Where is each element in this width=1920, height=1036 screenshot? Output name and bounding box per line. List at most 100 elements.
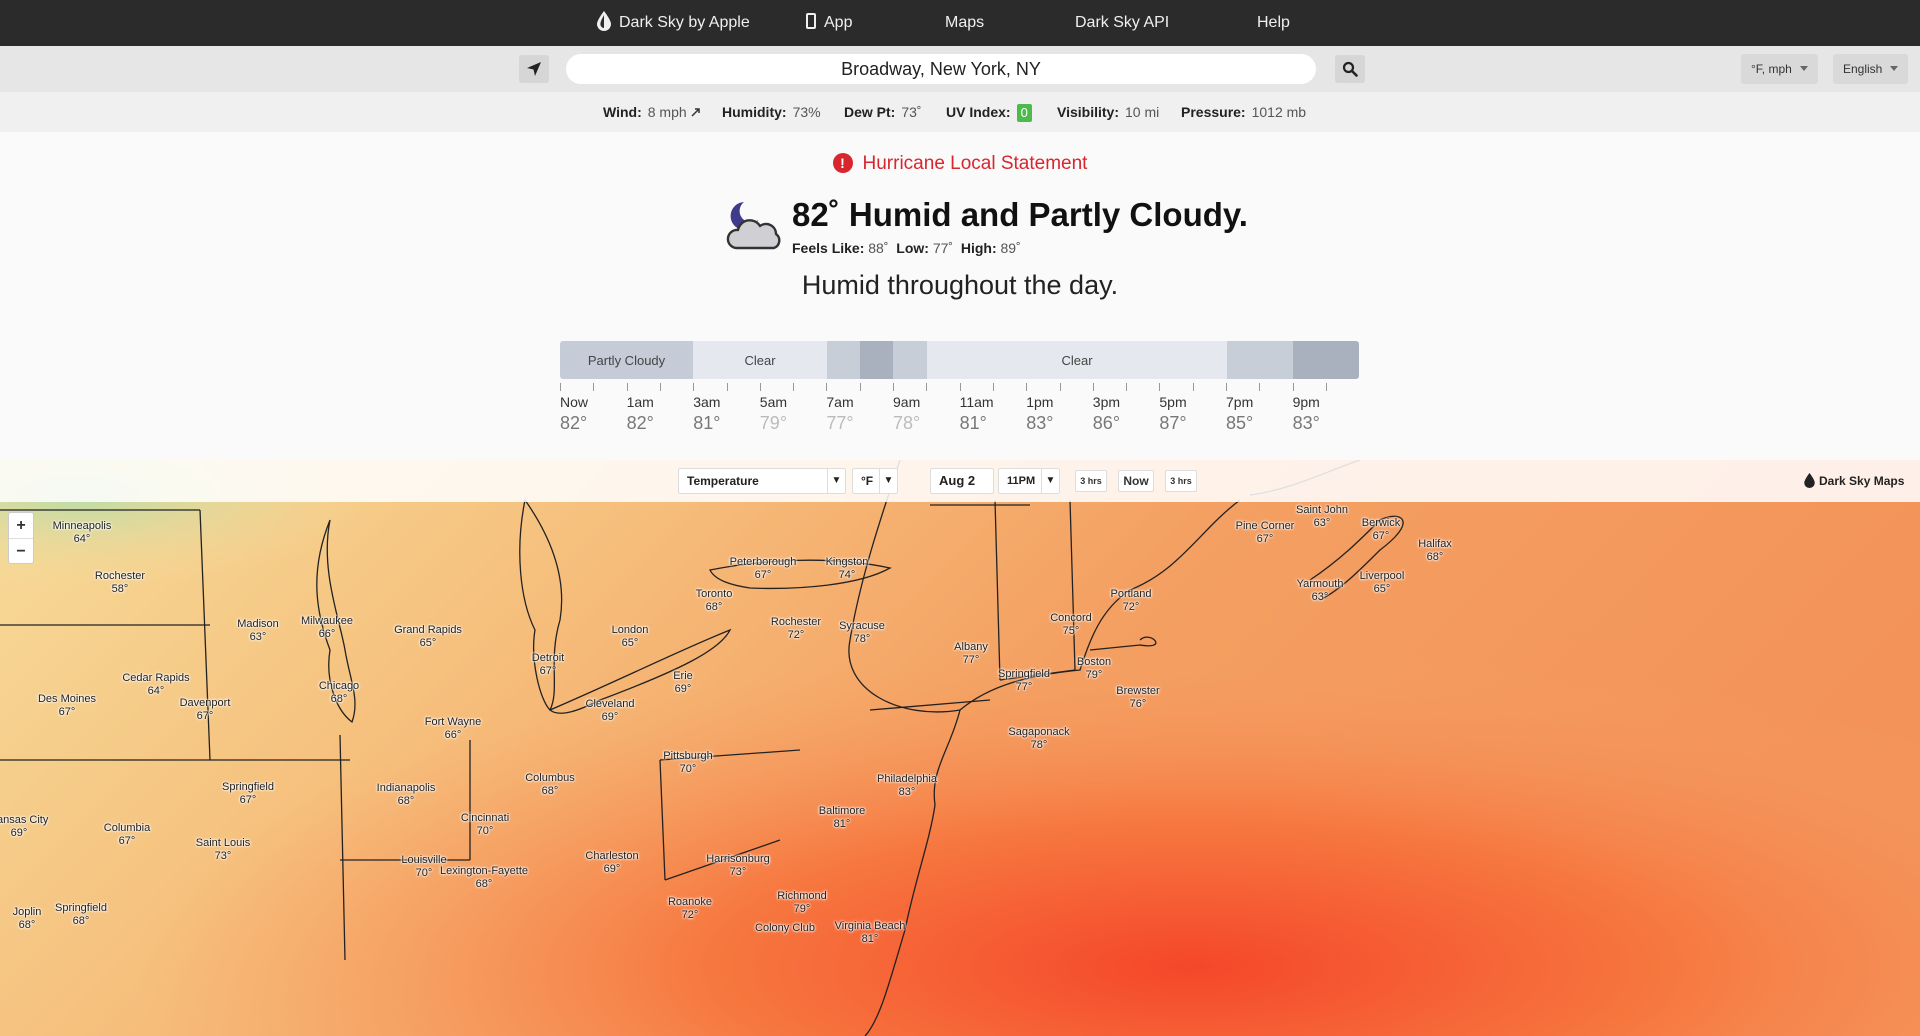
hour-column[interactable]: 3am 81° [693, 394, 753, 434]
hour-column[interactable]: Now 82° [560, 394, 620, 434]
hour-column[interactable]: 1pm 83° [1026, 394, 1086, 434]
city-temperature: 64° [73, 533, 91, 545]
timeline-segment [893, 341, 927, 379]
city-temperature-label[interactable]: Saint Louis 73° [196, 837, 250, 863]
city-temperature-label[interactable]: Springfield 67° [222, 781, 274, 807]
city-temperature-label[interactable]: Liverpool 65° [1360, 570, 1405, 596]
city-temperature-label[interactable]: Roanoke 72° [668, 896, 712, 922]
weather-map[interactable]: Temperature ▼ °F ▼ Aug 2 11PM ▼ 3 hrs No… [0, 460, 1920, 1036]
map-layer-select[interactable]: Temperature ▼ [678, 468, 846, 494]
city-temperature-label[interactable]: Minneapolis 64° [53, 520, 112, 546]
hour-label: 1pm [1026, 394, 1054, 410]
city-temperature-label[interactable]: Erie 69° [673, 670, 693, 696]
city-temperature-label[interactable]: Charleston 69° [585, 850, 638, 876]
city-temperature-label[interactable]: Sagaponack 78° [1008, 726, 1069, 752]
location-arrow-icon [527, 62, 541, 76]
city-temperature-label[interactable]: Columbia 67° [104, 822, 150, 848]
city-temperature-label[interactable]: Cincinnati 70° [461, 812, 509, 838]
map-forward-3hrs-button[interactable]: 3 hrs [1165, 470, 1197, 492]
timeline-tick [1259, 383, 1261, 391]
city-temperature-label[interactable]: London 65° [612, 624, 649, 650]
map-now-button[interactable]: Now [1118, 470, 1154, 492]
city-name: Rochester [770, 616, 822, 628]
city-temperature-label[interactable]: Davenport 67° [180, 697, 231, 723]
city-temperature-label[interactable]: Pine Corner 67° [1236, 520, 1295, 546]
hour-column[interactable]: 5am 79° [760, 394, 820, 434]
hour-column[interactable]: 9pm 83° [1293, 394, 1353, 434]
city-temperature-label[interactable]: Fort Wayne 66° [425, 716, 481, 742]
hour-column[interactable]: 9am 78° [893, 394, 953, 434]
city-temperature-label[interactable]: Columbus 68° [525, 772, 575, 798]
city-temperature-label[interactable]: Colony Club [755, 922, 815, 935]
weather-alert-link[interactable]: ! Hurricane Local Statement [0, 150, 1920, 178]
hour-column[interactable]: 7pm 85° [1226, 394, 1286, 434]
hour-column[interactable]: 11am 81° [960, 394, 1020, 434]
city-temperature-label[interactable]: Springfield 77° [998, 668, 1050, 694]
city-temperature-label[interactable]: Brewster 76° [1116, 685, 1159, 711]
current-location-button[interactable] [519, 55, 549, 83]
city-temperature-label[interactable]: Lexington-Fayette 68° [440, 865, 528, 891]
search-button[interactable] [1335, 55, 1365, 83]
city-temperature-label[interactable]: Richmond 79° [777, 890, 827, 916]
city-temperature-label[interactable]: Baltimore 81° [819, 805, 865, 831]
city-temperature: 72° [1122, 601, 1140, 613]
city-temperature-label[interactable]: Toronto 68° [696, 588, 733, 614]
city-temperature-label[interactable]: Joplin 68° [13, 906, 42, 932]
pressure-condition: Pressure: 1012 mb [1181, 92, 1306, 132]
city-temperature-label[interactable]: Peterborough 67° [730, 556, 797, 582]
map-time-select[interactable]: 11PM ▼ [998, 468, 1060, 494]
city-temperature-label[interactable]: Rochester 72° [771, 616, 821, 642]
city-temperature-label[interactable]: Chicago 68° [319, 680, 359, 706]
units-dropdown[interactable]: °F, mph [1741, 54, 1818, 84]
hour-column[interactable]: 5pm 87° [1159, 394, 1219, 434]
city-temperature-label[interactable]: Indianapolis 68° [377, 782, 436, 808]
city-temperature-label[interactable]: Saint John 63° [1296, 504, 1348, 530]
hour-column[interactable]: 1am 82° [627, 394, 687, 434]
city-temperature-label[interactable]: Pittsburgh 70° [663, 750, 713, 776]
city-temperature-label[interactable]: Halifax 68° [1418, 538, 1452, 564]
timeline-segment [1227, 341, 1293, 379]
city-temperature-label[interactable]: Springfield 68° [55, 902, 107, 928]
nav-brand-link[interactable]: Dark Sky by Apple [597, 0, 750, 46]
city-temperature-label[interactable]: Detroit 67° [532, 652, 564, 678]
city-temperature-label[interactable]: Yarmouth 63° [1297, 578, 1344, 604]
location-search-input[interactable] [566, 54, 1316, 84]
city-temperature-label[interactable]: Madison 63° [237, 618, 279, 644]
zoom-out-button[interactable]: − [9, 538, 33, 563]
map-date-label: Aug 2 [939, 473, 976, 488]
city-temperature-label[interactable]: Harrisonburg 73° [706, 853, 770, 879]
city-temperature-label[interactable]: Milwaukee 66° [301, 615, 353, 641]
city-temperature-label[interactable]: Concord 75° [1050, 612, 1092, 638]
map-date-select[interactable]: Aug 2 [930, 468, 994, 494]
city-temperature-label[interactable]: Boston 79° [1077, 656, 1111, 682]
city-temperature-label[interactable]: Portland 72° [1111, 588, 1152, 614]
partly-cloudy-night-icon [726, 202, 781, 250]
hour-column[interactable]: 7am 77° [826, 394, 886, 434]
city-temperature-label[interactable]: Grand Rapids 65° [394, 624, 462, 650]
hourly-timeline-bar[interactable]: Partly Cloudy Clear Clear [560, 341, 1359, 379]
city-temperature-label[interactable]: Des Moines 67° [38, 693, 96, 719]
city-temperature-label[interactable]: Syracuse 78° [839, 620, 885, 646]
city-temperature-label[interactable]: Virginia Beach 81° [835, 920, 906, 946]
map-unit-select[interactable]: °F ▼ [852, 468, 898, 494]
city-temperature-label[interactable]: Rochester 58° [95, 570, 145, 596]
city-temperature-label[interactable]: Cleveland 69° [586, 698, 635, 724]
city-temperature-label[interactable]: Albany 77° [954, 641, 988, 667]
city-temperature-label[interactable]: Berwick 67° [1362, 517, 1401, 543]
city-temperature-label[interactable]: Cedar Rapids 64° [122, 672, 189, 698]
timeline-tick [959, 383, 961, 391]
dark-sky-maps-link[interactable]: Dark Sky Maps [1804, 470, 1904, 492]
map-unit-label: °F [861, 474, 874, 488]
city-temperature-label[interactable]: Kingston 74° [826, 556, 869, 582]
hour-column[interactable]: 3pm 86° [1093, 394, 1153, 434]
zoom-in-button[interactable]: + [9, 513, 33, 538]
city-temperature-label[interactable]: Philadelphia 83° [877, 773, 937, 799]
nav-app-link[interactable]: App [806, 0, 852, 46]
city-temperature-label[interactable]: Kansas City69° [0, 814, 48, 840]
city-name: Berwick [1361, 517, 1401, 529]
language-dropdown[interactable]: English [1833, 54, 1909, 84]
nav-help-link[interactable]: Help [1257, 0, 1290, 46]
nav-maps-link[interactable]: Maps [945, 0, 984, 46]
map-back-3hrs-button[interactable]: 3 hrs [1075, 470, 1107, 492]
nav-api-link[interactable]: Dark Sky API [1075, 0, 1169, 46]
